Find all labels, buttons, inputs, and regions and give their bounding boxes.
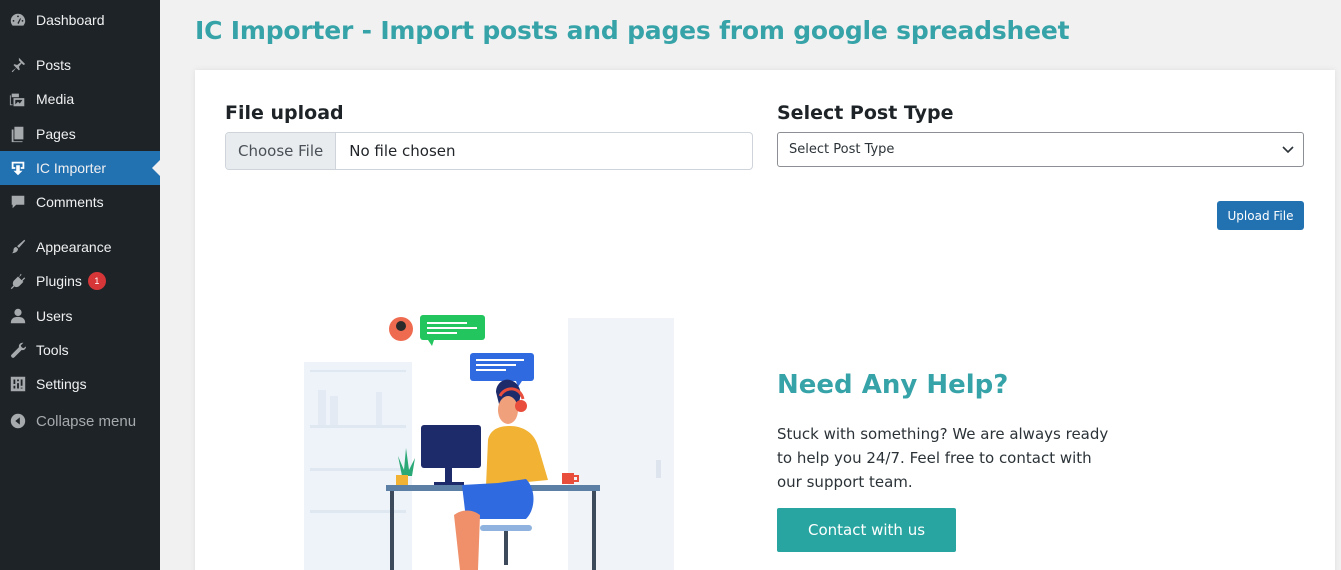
- support-agent-illustration: [304, 315, 674, 570]
- door: [568, 318, 674, 570]
- post-type-label: Select Post Type: [777, 102, 954, 124]
- sidebar-item-media[interactable]: Media: [0, 82, 160, 116]
- sidebar-item-label: Appearance: [36, 239, 112, 255]
- sidebar-item-users[interactable]: Users: [0, 299, 160, 333]
- admin-sidebar: Dashboard Posts Media Pages IC Importer …: [0, 0, 160, 570]
- settings-icon: [0, 375, 36, 393]
- update-count-badge: 1: [87, 272, 106, 290]
- collapse-icon: [0, 412, 36, 430]
- choose-file-button[interactable]: Choose File: [226, 133, 337, 169]
- help-title: Need Any Help?: [777, 370, 1009, 400]
- monitor: [421, 425, 481, 468]
- chevron-down-icon: [1282, 146, 1294, 154]
- sidebar-item-label: IC Importer: [36, 160, 107, 176]
- file-status-text: No file chosen: [349, 142, 456, 160]
- help-text: Stuck with something? We are always read…: [777, 425, 1109, 491]
- brush-icon: [0, 238, 36, 256]
- headset: [515, 400, 527, 412]
- chair: [480, 525, 532, 531]
- contact-us-button[interactable]: Contact with us: [777, 508, 956, 552]
- page-title: IC Importer - Import posts and pages fro…: [195, 16, 1070, 45]
- sidebar-item-appearance[interactable]: Appearance: [0, 230, 160, 264]
- sidebar-item-label: Dashboard: [36, 12, 105, 28]
- sidebar-item-comments[interactable]: Comments: [0, 185, 160, 219]
- person-shirt: [486, 426, 548, 486]
- sidebar-item-ic-importer[interactable]: IC Importer: [0, 151, 160, 185]
- user-icon: [0, 307, 36, 325]
- dashboard-icon: [0, 11, 36, 29]
- sidebar-item-posts[interactable]: Posts: [0, 48, 160, 82]
- sidebar-item-plugins[interactable]: Plugins 1: [0, 264, 160, 298]
- wrench-icon: [0, 341, 36, 359]
- sidebar-item-pages[interactable]: Pages: [0, 117, 160, 151]
- sidebar-item-tools[interactable]: Tools: [0, 333, 160, 367]
- post-type-select[interactable]: Select Post Type: [777, 132, 1304, 167]
- plugin-icon: [0, 272, 36, 290]
- media-icon: [0, 90, 36, 108]
- sidebar-item-label: Collapse menu: [36, 412, 137, 430]
- coffee-mug: [562, 473, 574, 484]
- sidebar-item-dashboard[interactable]: Dashboard: [0, 3, 160, 37]
- sidebar-item-label: Users: [36, 308, 73, 324]
- sidebar-item-label: Media: [36, 91, 75, 107]
- sidebar-item-label: Tools: [36, 342, 69, 358]
- sidebar-item-label: Comments: [36, 194, 104, 210]
- file-upload-label: File upload: [225, 102, 344, 124]
- import-icon: [0, 159, 36, 177]
- post-type-selected-value: Select Post Type: [789, 142, 895, 157]
- pages-icon: [0, 125, 36, 143]
- collapse-menu-button[interactable]: Collapse menu: [0, 404, 160, 438]
- sidebar-item-label: Pages: [36, 126, 76, 142]
- pin-icon: [0, 56, 36, 74]
- comment-icon: [0, 193, 36, 211]
- sidebar-item-label: Plugins: [36, 273, 82, 289]
- file-upload-input[interactable]: Choose File No file chosen: [225, 132, 753, 170]
- upload-file-button[interactable]: Upload File: [1217, 201, 1304, 230]
- sidebar-item-label: Posts: [36, 57, 72, 73]
- sidebar-item-settings[interactable]: Settings: [0, 367, 160, 401]
- chat-bubble-blue: [470, 353, 534, 381]
- sidebar-item-label: Settings: [36, 376, 87, 392]
